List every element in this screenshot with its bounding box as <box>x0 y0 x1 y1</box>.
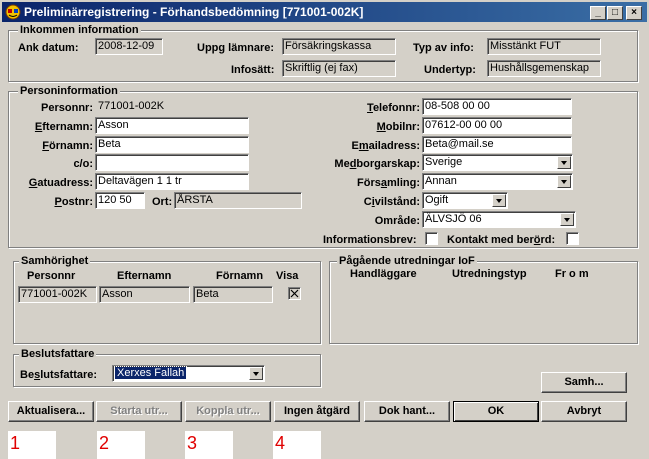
mobilnr-input[interactable]: 07612-00 00 00 <box>422 117 572 134</box>
forsamling-select[interactable]: Annan <box>422 173 573 190</box>
koppla-utr-button[interactable]: Koppla utr... <box>185 401 271 422</box>
samhorighet-col-personnr: Personnr <box>27 270 76 282</box>
medborgarskap-select[interactable]: Sverige <box>422 154 573 171</box>
infosatt-label: Infosätt: <box>231 64 275 76</box>
gatuadress-input[interactable]: Deltavägen 1 1 tr <box>95 173 249 190</box>
uppg-lamnare-field: Försäkringskassa <box>282 38 396 55</box>
undertyp-field: Hushållsgemenskap <box>487 60 601 77</box>
medborgarskap-label: Medborgarskap: <box>334 158 420 170</box>
row-personnr: 771001-002K <box>18 286 97 303</box>
chevron-down-icon[interactable] <box>249 367 263 380</box>
row-efternamn: Asson <box>99 286 190 303</box>
informationsbrev-checkbox[interactable] <box>425 232 438 245</box>
annotation-3: 3 <box>185 431 233 459</box>
samhorighet-title: Samhörighet <box>19 255 91 267</box>
infosatt-field: Skriftlig (ej fax) <box>282 60 396 77</box>
civilstand-value: Ogift <box>425 194 449 206</box>
efternamn-input[interactable]: Asson <box>95 117 249 134</box>
telefonnr-label: Telefonnr: <box>367 102 420 114</box>
telefonnr-input[interactable]: 08-508 00 00 <box>422 98 572 115</box>
ank-datum-field: 2008-12-09 <box>95 38 163 55</box>
personnr-label: Personnr: <box>41 102 93 114</box>
samhorighet-col-visa: Visa <box>276 270 299 282</box>
avbryt-button[interactable]: Avbryt <box>541 401 627 422</box>
ingen-atgard-button[interactable]: Ingen åtgärd <box>274 401 360 422</box>
annotation-1: 1 <box>8 431 56 459</box>
pagaende-col-from: Fr o m <box>555 268 589 280</box>
beslutsfattare-select[interactable]: Xerxes Fallah <box>112 365 265 382</box>
inkommen-title: Inkommen information <box>18 24 141 36</box>
beslutsfattare-value: Xerxes Fallah <box>113 366 188 380</box>
ort-field: ÅRSTA <box>174 192 302 209</box>
samh-button[interactable]: Samh... <box>541 372 627 393</box>
fornamn-input[interactable]: Beta <box>95 136 249 153</box>
omrade-label: Område: <box>374 215 420 227</box>
kontakt-checkbox[interactable] <box>566 232 579 245</box>
civilstand-label: Civilstånd: <box>363 196 420 208</box>
postnr-label: Postnr: <box>54 196 93 208</box>
postnr-input[interactable]: 120 50 <box>95 192 145 209</box>
undertyp-label: Undertyp: <box>424 64 476 76</box>
pagaende-col-utredningstyp: Utredningstyp <box>452 268 527 280</box>
cross-icon <box>290 289 299 298</box>
ort-label: Ort: <box>152 196 173 208</box>
forsamling-value: Annan <box>425 175 457 187</box>
maximize-button[interactable]: □ <box>607 6 623 20</box>
beslutsfattare-label: Beslutsfattare: <box>20 369 98 381</box>
typ-av-info-field: Misstänkt FUT <box>487 38 601 55</box>
pagaende-title: Pågående utredningar IoF <box>337 255 477 267</box>
gatuadress-label: Gatuadress: <box>28 177 93 189</box>
emailadress-input[interactable]: Beta@mail.se <box>422 136 572 153</box>
personnr-value: 771001-002K <box>95 98 173 115</box>
fornamn-label: Förnamn: <box>42 140 93 152</box>
chevron-down-icon[interactable] <box>557 156 571 169</box>
starta-utr-button[interactable]: Starta utr... <box>96 401 182 422</box>
dialog-window: Preliminärregistrering - Förhandsbedömni… <box>0 0 649 459</box>
title-bar[interactable]: Preliminärregistrering - Förhandsbedömni… <box>2 2 647 22</box>
ank-datum-label: Ank datum: <box>18 42 79 54</box>
kontakt-label: Kontakt med berörd: <box>447 234 556 246</box>
efternamn-label: Efternamn: <box>34 121 93 133</box>
mobilnr-label: Mobilnr: <box>376 121 420 133</box>
medborgarskap-value: Sverige <box>425 156 463 168</box>
samhorighet-col-fornamn: Förnamn <box>216 270 264 282</box>
annotation-4: 4 <box>273 431 321 459</box>
annotation-2: 2 <box>97 431 145 459</box>
chevron-down-icon[interactable] <box>560 213 574 226</box>
chevron-down-icon[interactable] <box>492 194 506 207</box>
dok-hant-button[interactable]: Dok hant... <box>364 401 450 422</box>
beslutsfattare-title: Beslutsfattare <box>19 348 97 360</box>
window-title: Preliminärregistrering - Förhandsbedömni… <box>24 5 364 19</box>
co-input[interactable] <box>95 154 249 171</box>
close-button[interactable]: × <box>626 6 642 20</box>
emailadress-label: Emailadress: <box>351 140 421 152</box>
chevron-down-icon[interactable] <box>557 175 571 188</box>
samhorighet-col-efternamn: Efternamn <box>117 270 172 282</box>
ok-button[interactable]: OK <box>453 401 539 422</box>
row-fornamn: Beta <box>193 286 273 303</box>
visa-checkbox[interactable] <box>288 287 301 300</box>
civilstand-select[interactable]: Ogift <box>422 192 508 209</box>
omrade-value: ÄLVSJÖ 06 <box>425 213 482 225</box>
omrade-select[interactable]: ÄLVSJÖ 06 <box>422 211 576 228</box>
informationsbrev-label: Informationsbrev: <box>323 234 417 246</box>
minimize-button[interactable]: _ <box>590 6 606 20</box>
uppg-lamnare-label: Uppg lämnare: <box>197 42 275 54</box>
personinformation-title: Personinformation <box>18 85 120 97</box>
typ-av-info-label: Typ av info: <box>413 42 474 54</box>
aktualisera-button[interactable]: Aktualisera... <box>8 401 94 422</box>
co-label: c/o: <box>73 158 93 170</box>
pagaende-col-handlaggare: Handläggare <box>350 268 417 280</box>
app-icon <box>5 4 21 20</box>
forsamling-label: Församling: <box>357 177 420 189</box>
